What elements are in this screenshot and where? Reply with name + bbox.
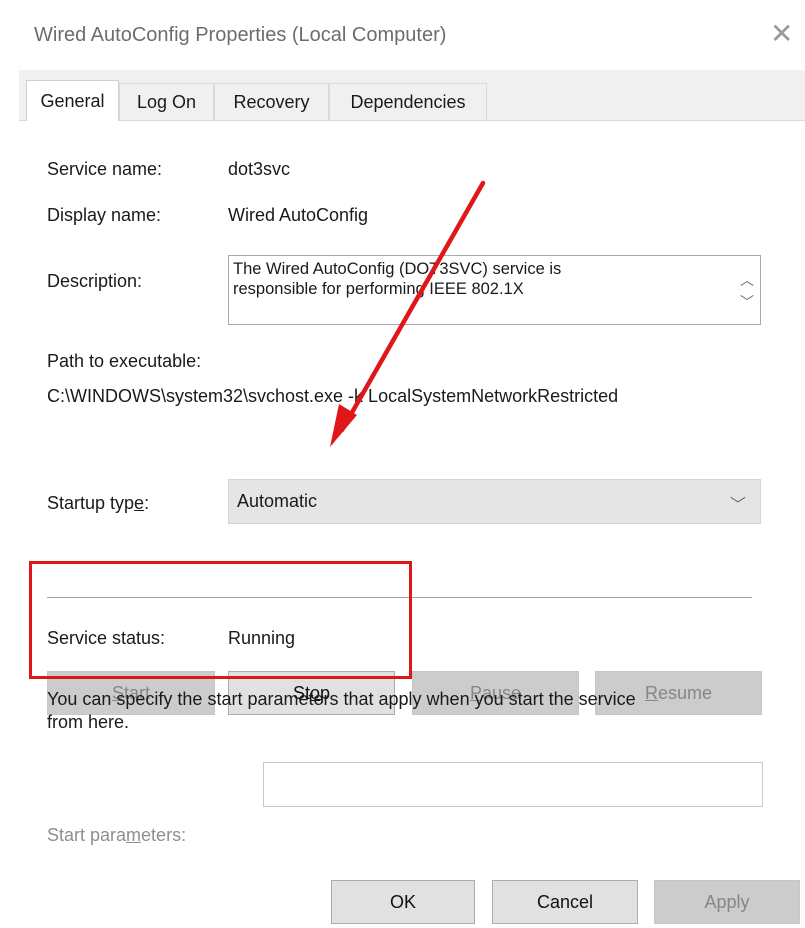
chevron-down-icon: ﹀ [729, 497, 746, 514]
cancel-button[interactable]: Cancel [492, 880, 638, 924]
separator [47, 597, 752, 598]
path-label: Path to executable: [47, 351, 202, 371]
service-name-label: Service name: [47, 159, 163, 179]
scroll-down-icon[interactable]: ﹀ [740, 292, 754, 312]
start-params-note: You can specify the start parameters tha… [47, 689, 636, 732]
tab-dependencies[interactable]: Dependencies [329, 83, 487, 120]
service-name-value: dot3svc [228, 159, 291, 179]
description-label: Description: [47, 271, 143, 291]
display-name-value: Wired AutoConfig [228, 205, 369, 225]
start-parameters-input[interactable] [263, 762, 763, 807]
startup-type-label: Startup type: [47, 493, 150, 513]
window-title: Wired AutoConfig Properties (Local Compu… [34, 24, 447, 46]
description-box[interactable]: The Wired AutoConfig (DOT3SVC) service i… [228, 255, 761, 325]
close-icon[interactable]: ✕ [770, 20, 793, 48]
display-name-label: Display name: [47, 205, 162, 225]
apply-button[interactable]: Apply [654, 880, 800, 924]
scroll-up-icon[interactable]: ︿ [740, 270, 754, 290]
description-line-2: responsible for performing IEEE 802.1X [233, 280, 524, 298]
service-status-value: Running [228, 628, 296, 648]
ok-button[interactable]: OK [331, 880, 475, 924]
startup-type-select[interactable]: Automatic ﹀ [228, 479, 761, 524]
tab-recovery[interactable]: Recovery [214, 83, 329, 120]
tab-general[interactable]: General [26, 80, 119, 121]
param-label: Start parameters: [47, 825, 187, 845]
service-status-label: Service status: [47, 628, 166, 648]
tab-log-on[interactable]: Log On [119, 83, 214, 120]
path-value: C:\WINDOWS\system32\svchost.exe -k Local… [47, 386, 619, 406]
description-scrollbar[interactable]: ︿ ﹀ [732, 256, 760, 324]
description-line-1: The Wired AutoConfig (DOT3SVC) service i… [233, 260, 562, 278]
startup-type-value: Automatic [237, 491, 318, 511]
